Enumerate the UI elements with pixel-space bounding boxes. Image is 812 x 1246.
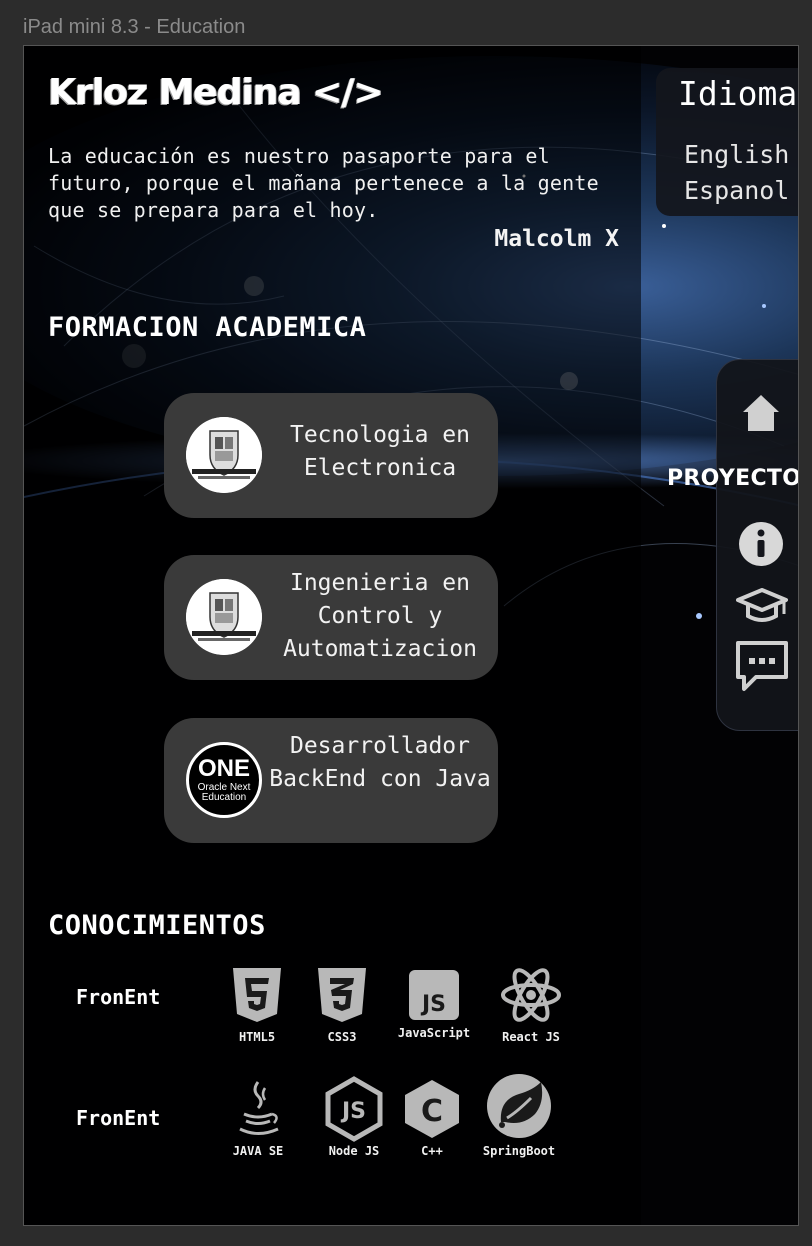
language-menu-title: Idioma bbox=[678, 74, 798, 113]
skill-label: HTML5 bbox=[238, 1030, 276, 1044]
education-card[interactable]: ONE Oracle Next Education Desarrollador … bbox=[164, 718, 498, 843]
skill-item-javascript: JS JavaScript bbox=[392, 964, 476, 1040]
javascript-icon: JS bbox=[392, 964, 476, 1026]
skill-item-cpp: C C++ bbox=[390, 1078, 474, 1158]
education-section-title: FORMACION ACADEMICA bbox=[48, 312, 367, 343]
java-icon bbox=[216, 1078, 300, 1140]
oracle-next-education-logo-icon: ONE Oracle Next Education bbox=[186, 742, 262, 818]
react-icon bbox=[489, 964, 573, 1026]
skill-item-css3: CSS3 bbox=[300, 964, 384, 1044]
skill-label: JAVA SE bbox=[232, 1144, 284, 1158]
skill-label: Node JS bbox=[328, 1144, 380, 1158]
site-logo[interactable]: Krloz Medina </> bbox=[48, 72, 383, 113]
education-quote: La educación es nuestro pasaporte para e… bbox=[48, 144, 599, 222]
graduation-cap-icon bbox=[736, 588, 788, 622]
skill-item-java: JAVA SE bbox=[216, 1078, 300, 1158]
chat-icon bbox=[736, 641, 788, 691]
skill-row-label: FronEnt bbox=[76, 985, 161, 1009]
one-logo-subtext: Education bbox=[201, 792, 247, 803]
page-frame: Krloz Medina </> La educación es nuestro… bbox=[23, 45, 799, 1226]
skill-item-html5: HTML5 bbox=[215, 964, 299, 1044]
skill-label: React JS bbox=[502, 1030, 560, 1044]
frame-label: iPad mini 8.3 - Education bbox=[23, 16, 246, 38]
nav-home-button[interactable] bbox=[739, 391, 783, 435]
svg-text:JS: JS bbox=[420, 992, 446, 1017]
svg-text:C: C bbox=[421, 1094, 443, 1129]
spring-icon bbox=[477, 1072, 561, 1140]
skill-label: SpringBoot bbox=[482, 1144, 556, 1158]
skill-row-label: FronEnt bbox=[76, 1106, 161, 1130]
skill-item-react: React JS bbox=[489, 964, 573, 1044]
education-card[interactable]: Ingenieria en Control y Automatizacion bbox=[164, 555, 498, 680]
svg-text:JS: JS bbox=[340, 1099, 366, 1124]
knowledge-section-title: CONOCIMIENTOS bbox=[48, 910, 266, 941]
cpp-icon: C bbox=[390, 1078, 474, 1140]
home-icon bbox=[743, 395, 779, 431]
html5-icon bbox=[215, 964, 299, 1026]
education-card[interactable]: Tecnologia en Electronica bbox=[164, 393, 498, 518]
university-logo-icon bbox=[186, 579, 262, 655]
nav-projects-button[interactable]: PROYECTOS bbox=[667, 466, 798, 491]
skill-label: CSS3 bbox=[327, 1030, 357, 1044]
skill-label: JavaScript bbox=[397, 1026, 471, 1040]
card-title: Desarrollador BackEnd con Java bbox=[269, 733, 491, 792]
skill-item-springboot: SpringBoot bbox=[477, 1072, 561, 1158]
card-title: Tecnologia en Electronica bbox=[289, 422, 470, 481]
language-option-english[interactable]: English bbox=[684, 140, 789, 169]
skill-label: C++ bbox=[421, 1144, 443, 1158]
css3-icon bbox=[300, 964, 384, 1026]
card-title: Ingenieria en Control y Automatizacion bbox=[283, 570, 477, 662]
nav-education-button[interactable] bbox=[736, 586, 788, 626]
language-option-espanol[interactable]: Espanol bbox=[684, 176, 789, 205]
one-logo-text: ONE bbox=[197, 755, 250, 782]
nav-contact-button[interactable] bbox=[734, 639, 790, 693]
university-logo-icon bbox=[186, 417, 262, 493]
language-menu: Idioma English Espanol bbox=[656, 68, 798, 216]
nav-about-button[interactable] bbox=[738, 521, 784, 567]
quote-author: Malcolm X bbox=[494, 226, 619, 252]
nodejs-icon: JS bbox=[312, 1076, 396, 1142]
info-icon bbox=[739, 522, 783, 566]
skill-item-nodejs: JS Node JS bbox=[312, 1076, 396, 1158]
